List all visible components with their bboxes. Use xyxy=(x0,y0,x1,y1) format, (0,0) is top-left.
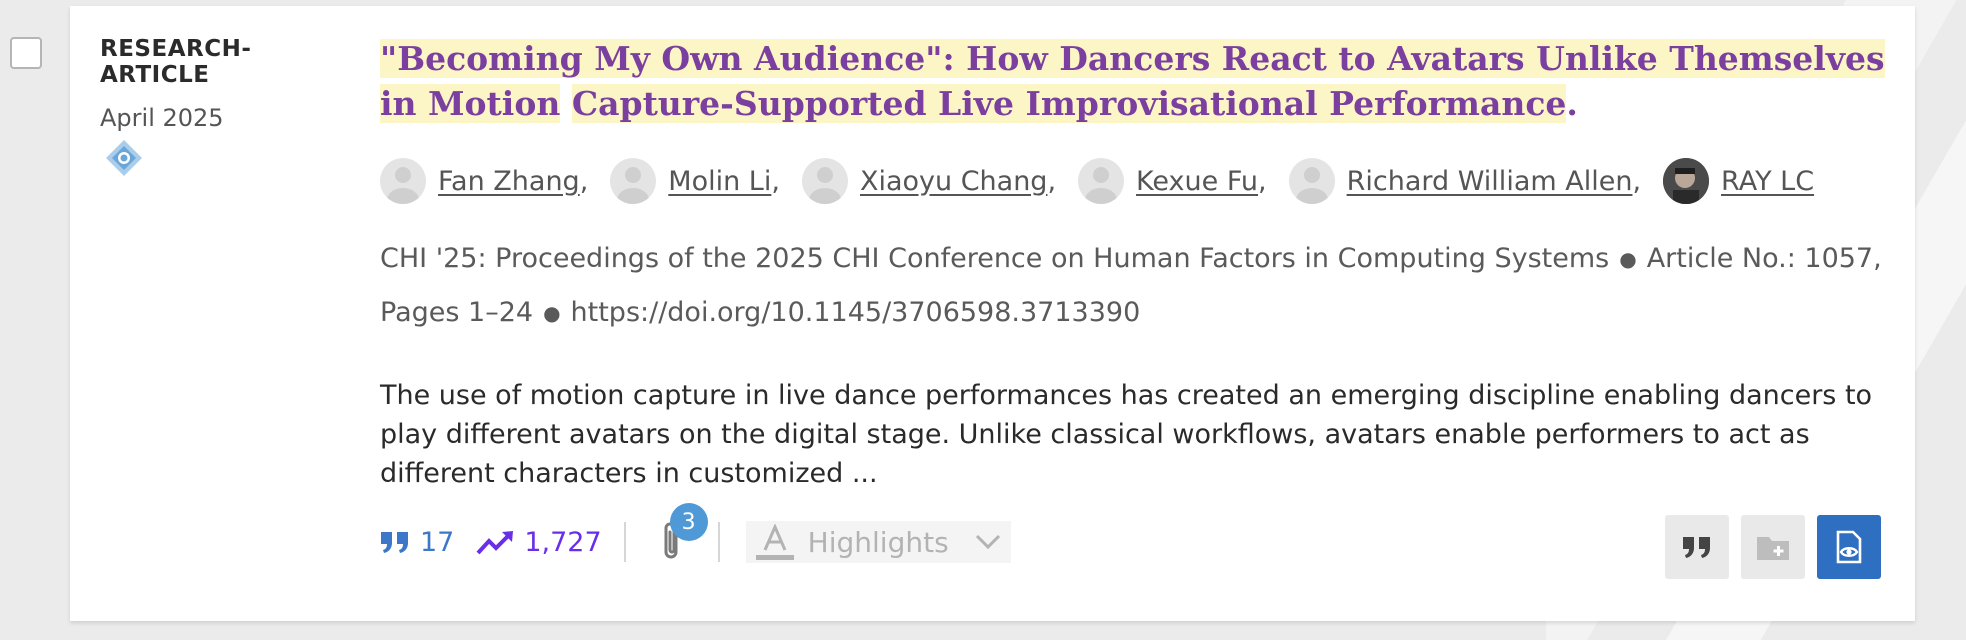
chevron-down-icon xyxy=(975,534,1000,550)
cite-button[interactable] xyxy=(1665,515,1729,579)
avatar xyxy=(380,158,426,204)
download-count-value: 1,727 xyxy=(524,526,602,558)
supplemental-material-button[interactable]: 3 xyxy=(652,503,708,567)
citation-count-value: 17 xyxy=(420,526,455,558)
file-eye-icon xyxy=(1836,530,1862,564)
metrics-row: 17 1,727 3 Highlights xyxy=(380,503,1011,570)
author-separator: , xyxy=(1632,165,1642,197)
highlights-dropdown[interactable]: Highlights xyxy=(745,521,1011,563)
view-pdf-button[interactable] xyxy=(1817,515,1881,579)
divider xyxy=(717,522,720,562)
acm-diamond-icon[interactable] xyxy=(105,139,143,177)
author-name[interactable]: Molin Li xyxy=(668,166,771,197)
article-main: "Becoming My Own Audience": How Dancers … xyxy=(380,36,1900,493)
doi-link[interactable]: https://doi.org/10.1145/3706598.3713390 xyxy=(571,297,1141,328)
select-result-checkbox[interactable] xyxy=(10,37,42,69)
author-name[interactable]: Xiaoyu Chang xyxy=(860,166,1048,197)
abstract-text: The use of motion capture in live dance … xyxy=(380,380,1873,489)
author-item[interactable]: Xiaoyu Chang, xyxy=(801,158,1057,204)
quote-icon xyxy=(381,532,408,553)
article-title-end: . xyxy=(1566,84,1578,123)
author-name[interactable]: Fan Zhang xyxy=(438,166,580,197)
avatar xyxy=(610,158,657,204)
quote-icon xyxy=(1683,537,1710,558)
avatar xyxy=(801,158,848,204)
supplemental-count-badge: 3 xyxy=(669,503,708,541)
article-title[interactable]: "Becoming My Own Audience": How Dancers … xyxy=(380,36,1900,126)
author-separator: , xyxy=(771,165,780,197)
action-buttons xyxy=(1653,515,1881,579)
author-list: Fan Zhang, Molin Li, Xiaoyu Chang, Kexue… xyxy=(380,156,1900,206)
author-name[interactable]: Richard William Allen xyxy=(1347,166,1633,197)
author-separator: , xyxy=(1047,165,1057,197)
search-result-page: RESEARCH-ARTICLE April 2025 "Becoming My… xyxy=(0,0,1966,640)
add-to-binder-button[interactable] xyxy=(1741,515,1805,579)
download-count[interactable]: 1,727 xyxy=(476,526,602,558)
divider xyxy=(623,522,626,562)
article-title-line-2[interactable]: Capture-Supported Live Improvisational P… xyxy=(571,84,1567,123)
venue-name[interactable]: CHI '25: Proceedings of the 2025 CHI Con… xyxy=(380,243,1609,274)
author-separator: , xyxy=(1258,165,1267,197)
citation-count[interactable]: 17 xyxy=(380,527,454,558)
author-item[interactable]: Molin Li, xyxy=(610,158,780,204)
avatar xyxy=(1288,158,1335,204)
venue-info: CHI '25: Proceedings of the 2025 CHI Con… xyxy=(380,232,1900,340)
author-item[interactable]: Fan Zhang, xyxy=(380,158,588,204)
text-highlight-icon xyxy=(755,524,794,560)
article-date: April 2025 xyxy=(100,104,224,132)
article-meta: RESEARCH-ARTICLE April 2025 xyxy=(100,36,360,132)
avatar xyxy=(1663,158,1710,204)
highlights-label: Highlights xyxy=(807,525,949,559)
folder-plus-icon xyxy=(1757,537,1789,560)
bullet-separator: ● xyxy=(1619,247,1637,271)
author-item[interactable]: Richard William Allen, xyxy=(1288,158,1642,204)
search-result-card: RESEARCH-ARTICLE April 2025 "Becoming My… xyxy=(70,6,1915,621)
trending-up-icon xyxy=(476,531,514,555)
author-item[interactable]: Kexue Fu, xyxy=(1078,158,1267,204)
article-type-label: RESEARCH-ARTICLE xyxy=(100,36,252,88)
bullet-separator: ● xyxy=(543,301,561,325)
avatar xyxy=(1078,158,1125,204)
author-separator: , xyxy=(579,165,589,197)
author-name[interactable]: RAY LC xyxy=(1721,166,1814,197)
author-item[interactable]: RAY LC xyxy=(1663,158,1814,204)
author-name[interactable]: Kexue Fu xyxy=(1136,166,1258,197)
